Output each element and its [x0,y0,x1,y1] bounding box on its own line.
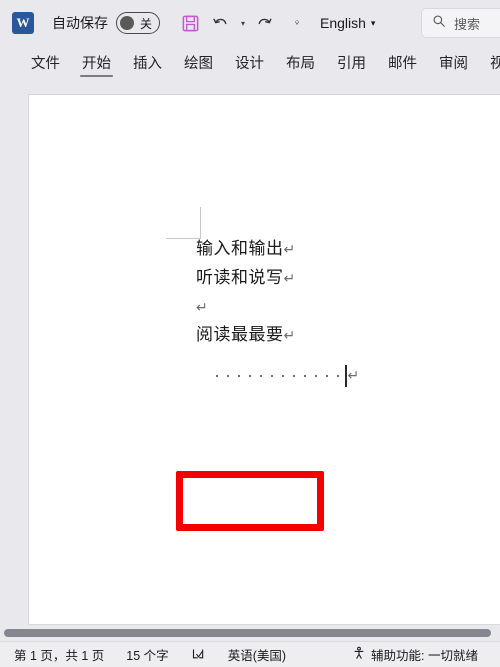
qat-customize-icon[interactable]: ⩒ [290,9,304,37]
tab-references[interactable]: 引用 [326,50,377,78]
tab-mailings[interactable]: 邮件 [377,50,428,78]
undo-icon[interactable] [206,9,234,37]
dot-leader-dots [216,375,339,377]
tab-insert[interactable]: 插入 [122,50,173,78]
paragraph-2[interactable]: 听读和说写↵ [196,264,496,293]
leader-dot [271,375,273,377]
status-page-info[interactable]: 第 1 页，共 1 页 [14,645,104,664]
toggle-knob [120,16,134,30]
redo-icon[interactable] [250,9,278,37]
dot-leader-line[interactable]: ↵ [196,362,496,390]
document-page[interactable]: 输入和输出↵ 听读和说写↵ ↵ 阅读最最要↵ ↵ [28,94,500,625]
paragraph-4[interactable]: 阅读最最要↵ [196,321,496,350]
autosave-state-label: 关 [140,16,153,31]
red-highlight-annotation [176,471,324,531]
leader-dot [293,375,295,377]
undo-dropdown-chevron-down-icon[interactable]: ▾ [236,9,250,37]
pilcrow-icon: ↵ [283,328,296,344]
pilcrow-icon: ↵ [283,271,296,287]
paragraph-3-empty[interactable]: ↵ [196,293,496,321]
horizontal-scrollbar-thumb[interactable] [4,629,492,637]
save-floppy-icon[interactable] [176,9,204,37]
title-bar: W 自动保存 关 ▾ ⩒ English ▾ 搜索 [0,0,500,46]
language-label: English [320,15,366,31]
leader-dot [227,375,229,377]
leader-dot [216,375,218,377]
tab-draw[interactable]: 绘图 [173,50,224,78]
tab-home[interactable]: 开始 [71,50,122,78]
status-accessibility[interactable]: 辅助功能: 一切就绪 [352,645,478,664]
leader-dot [260,375,262,377]
search-box[interactable]: 搜索 [421,8,500,38]
pilcrow-icon: ↵ [347,368,360,384]
document-scroll-area[interactable]: 输入和输出↵ 听读和说写↵ ↵ 阅读最最要↵ ↵ [0,94,500,625]
leader-dot [304,375,306,377]
leader-dot [337,375,339,377]
paragraph-4-text: 阅读最最要 [196,325,284,344]
word-app-icon[interactable]: W [12,12,34,34]
leader-dot [282,375,284,377]
tab-view[interactable]: 视图 [479,50,500,78]
word-window: W 自动保存 关 ▾ ⩒ English ▾ 搜索 文件 开始 插入 绘图 设计… [0,0,500,667]
status-accessibility-label: 辅助功能: 一切就绪 [371,649,478,663]
status-bar: 第 1 页，共 1 页 15 个字 英语(美国) 辅助功能: 一切就绪 [0,641,500,667]
ribbon-tab-strip: 文件 开始 插入 绘图 设计 布局 引用 邮件 审阅 视图 [0,46,500,78]
search-icon [432,14,446,33]
tab-design[interactable]: 设计 [224,50,275,78]
tab-file[interactable]: 文件 [20,50,71,78]
tab-review[interactable]: 审阅 [428,50,479,78]
pilcrow-icon: ↵ [283,242,296,258]
ribbon-content-area [0,78,500,94]
text-cursor-caret [345,365,347,387]
autosave-toggle[interactable]: 关 [116,12,160,34]
paragraph-1-text: 输入和输出 [196,239,284,258]
document-body-text[interactable]: 输入和输出↵ 听读和说写↵ ↵ 阅读最最要↵ ↵ [196,235,496,390]
leader-dot [249,375,251,377]
tab-layout[interactable]: 布局 [275,50,326,78]
chevron-down-icon: ▾ [370,17,376,28]
status-language[interactable]: 英语(美国) [228,645,286,664]
accessibility-icon [352,646,366,663]
leader-dot [238,375,240,377]
leader-dot [315,375,317,377]
horizontal-scrollbar[interactable] [0,625,500,641]
paragraph-1[interactable]: 输入和输出↵ [196,235,496,264]
autosave-label: 自动保存 [52,15,108,31]
search-input[interactable]: 搜索 [454,14,480,33]
leader-dot [326,375,328,377]
paragraph-2-text: 听读和说写 [196,268,284,287]
language-selector[interactable]: English ▾ [320,15,375,31]
pilcrow-icon: ↵ [196,300,208,316]
status-word-count[interactable]: 15 个字 [126,645,168,664]
proofing-check-icon[interactable] [191,647,206,662]
